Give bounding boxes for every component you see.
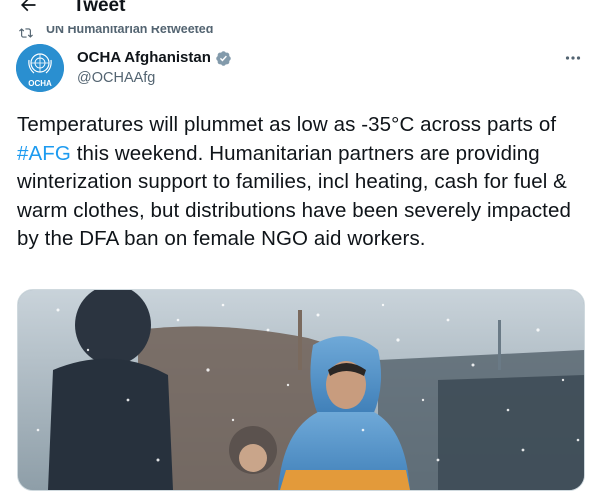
- un-emblem-icon: OCHA: [16, 44, 64, 92]
- photo-image: [18, 290, 584, 490]
- tweet-text-part-2: this weekend. Humanitarian partners are …: [17, 141, 577, 251]
- tweet-text-part-1: Temperatures will plummet as low as -35°…: [17, 113, 562, 136]
- page-title: Tweet: [73, 0, 126, 16]
- retweet-label: UN Humanitarian Retweeted: [46, 26, 214, 36]
- author-handle[interactable]: @OCHAAfg: [77, 68, 232, 88]
- author-name-row[interactable]: OCHA Afghanistan: [77, 48, 232, 68]
- arrow-left-icon: [20, 0, 36, 12]
- more-options-button[interactable]: [562, 50, 584, 66]
- author-name: OCHA Afghanistan: [77, 49, 211, 66]
- avatar[interactable]: OCHA: [16, 44, 64, 92]
- tweet-photo[interactable]: [17, 289, 585, 491]
- back-button[interactable]: [14, 0, 42, 17]
- hashtag-link[interactable]: #AFG: [17, 142, 71, 165]
- more-horizontal-icon: [565, 56, 581, 60]
- author-info: OCHA Afghanistan @OCHAAfg: [77, 48, 232, 88]
- avatar-text: OCHA: [28, 79, 52, 88]
- top-bar: Tweet: [0, 0, 595, 20]
- verified-badge-icon: [216, 50, 231, 66]
- retweet-icon: [19, 28, 33, 38]
- retweet-context[interactable]: UN Humanitarian Retweeted: [18, 26, 213, 40]
- tweet-text: Temperatures will plummet as low as -35°…: [17, 111, 589, 254]
